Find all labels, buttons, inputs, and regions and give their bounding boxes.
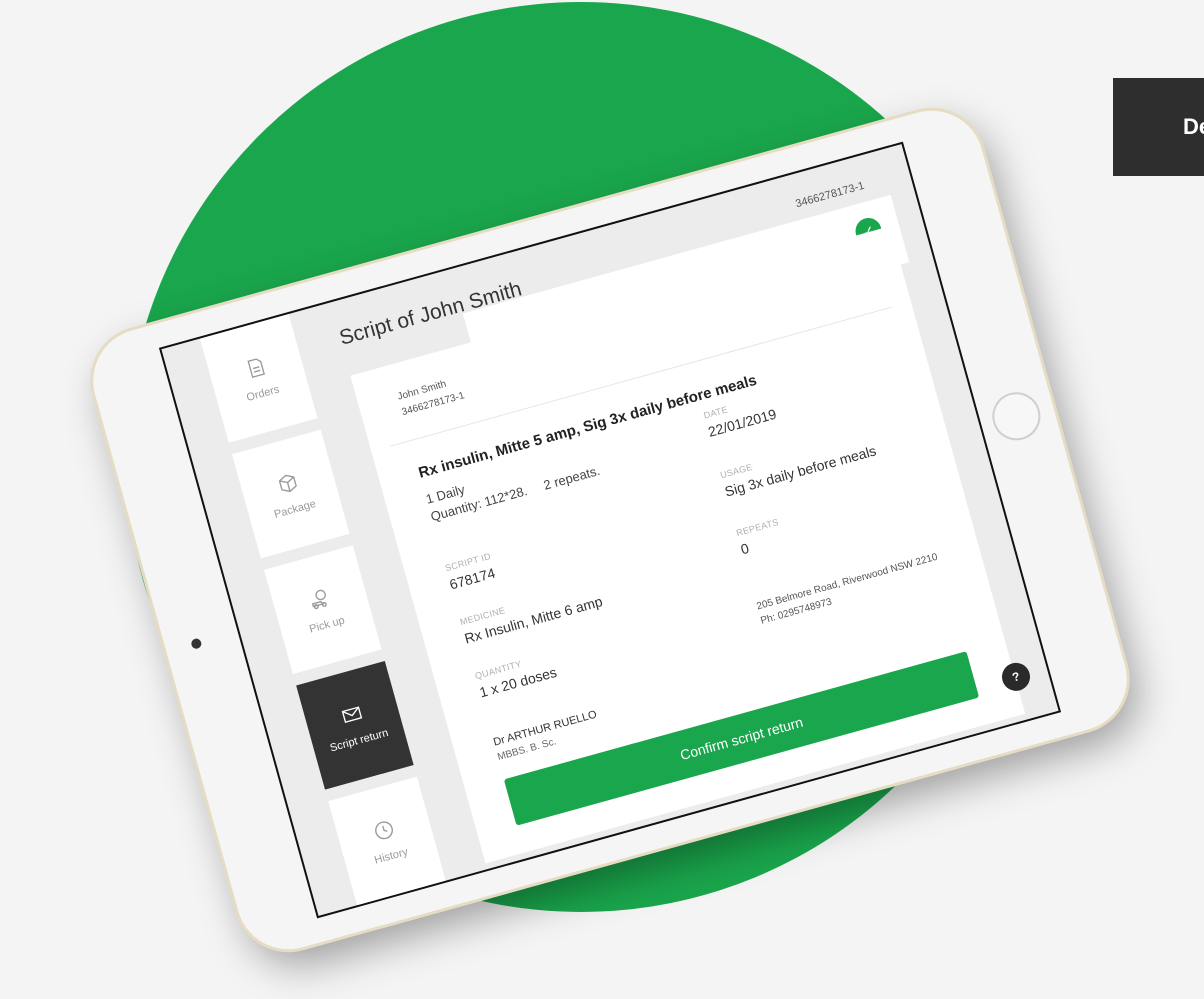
camera-icon xyxy=(190,637,203,650)
box-icon xyxy=(278,474,297,493)
orders-badge: 2 xyxy=(275,299,293,317)
sidebar-item-label: Script return xyxy=(328,726,390,755)
sidebar-item-label: Package xyxy=(272,497,318,521)
divider xyxy=(390,306,892,447)
repeats-value: 0 xyxy=(738,539,751,558)
patient-info: John Smith 3466278173-1 xyxy=(396,373,467,421)
sidebar-item-package[interactable]: Package xyxy=(232,429,350,559)
home-button[interactable] xyxy=(986,386,1046,446)
script-card: John Smith 3466278173-1 Rx insulin, Mitt… xyxy=(350,226,1026,864)
pharmacy-address: 205 Belmore Road, Riverwood NSW 2210 Ph:… xyxy=(755,550,944,629)
repeats-label: REPEATS xyxy=(735,516,780,539)
rx-repeats: 2 repeats. xyxy=(541,462,602,493)
delivery-icon xyxy=(311,589,327,610)
sidebar-item-orders[interactable]: 2 Orders xyxy=(199,299,318,443)
sidebar-item-script-return[interactable]: Script return xyxy=(296,660,414,790)
clock-icon xyxy=(375,821,393,840)
sidebar-item-label: History xyxy=(373,845,410,867)
sidebar-item-label: Orders xyxy=(245,383,281,405)
sidebar-item-history[interactable]: History xyxy=(328,776,446,906)
sidebar-item-pickup[interactable]: Pick up xyxy=(264,545,382,674)
promo-tag: De xyxy=(1113,78,1204,176)
document-icon xyxy=(247,358,265,379)
sidebar-item-label: Pick up xyxy=(308,614,347,636)
mail-icon xyxy=(341,706,363,724)
